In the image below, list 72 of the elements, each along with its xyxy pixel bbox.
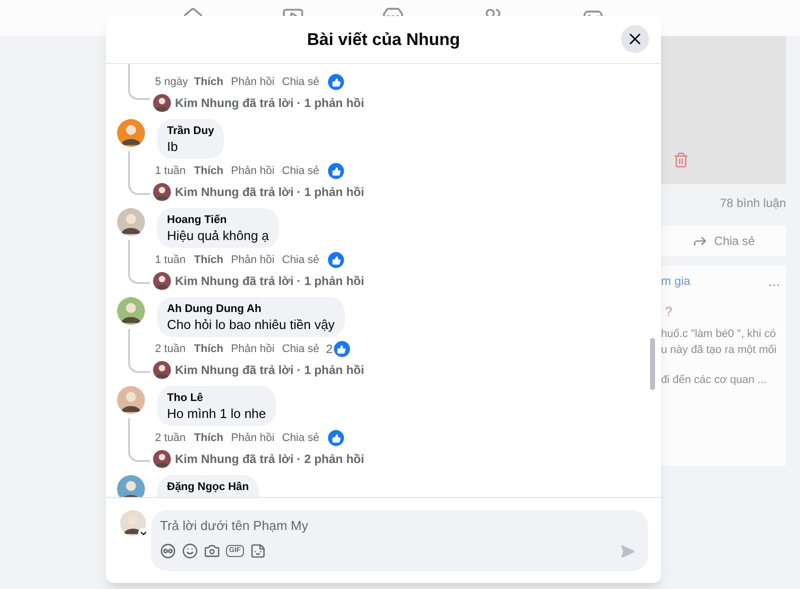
scrollbar[interactable]	[650, 338, 655, 390]
card-text: u này đã tạo ra một mối	[661, 342, 778, 358]
card-text: đi đến các cơ quan ...	[661, 372, 768, 388]
close-button[interactable]	[621, 25, 649, 53]
comment-author[interactable]: Tho Lê	[167, 391, 266, 405]
reply-summary[interactable]: Kim Nhung đã trả lời · 1 phản hồi	[175, 183, 364, 201]
camera-icon[interactable]	[204, 543, 220, 559]
card-text: huố.c "làm bé0 ", khi có	[661, 326, 777, 342]
avatar	[153, 450, 171, 468]
thread-line	[128, 64, 150, 100]
thread-line	[128, 329, 150, 373]
trash-icon	[673, 152, 689, 168]
like-link[interactable]: Thích	[194, 74, 231, 90]
share-link[interactable]: Chia sẻ	[282, 340, 328, 358]
comment-time: 1 tuần	[155, 252, 187, 268]
more-button[interactable]: ...	[768, 273, 780, 289]
comment-time: 2 tuần	[155, 430, 187, 446]
reply-summary[interactable]: Kim Nhung đã trả lời · 1 phản hồi	[175, 94, 364, 112]
like-link[interactable]: Thích	[194, 252, 231, 268]
like-icon	[328, 163, 344, 179]
emoji-icon[interactable]	[182, 543, 198, 559]
reply-link[interactable]: Phản hồi	[231, 252, 282, 268]
share-button[interactable]: Chia sẻ	[661, 226, 786, 256]
comment-text: Ho mình 1 lo nhe	[167, 405, 266, 422]
reply-summary[interactable]: Kim Nhung đã trả lời · 2 phản hồi	[175, 450, 364, 468]
thread-line	[128, 151, 150, 195]
like-icon	[334, 341, 350, 357]
avatar	[117, 119, 145, 147]
like-link[interactable]: Thích	[194, 340, 231, 358]
share-link[interactable]: Chia sẻ	[282, 162, 328, 180]
thread-line	[128, 418, 150, 462]
share-link[interactable]: Chia sẻ	[282, 430, 328, 446]
avatar	[153, 94, 171, 112]
avatar	[153, 183, 171, 201]
avatar	[117, 297, 145, 325]
avatar	[117, 386, 145, 414]
comment-time: 1 tuần	[155, 164, 187, 179]
like-link[interactable]: Thích	[194, 162, 231, 180]
comment-text: Hiệu quả không ạ	[167, 227, 269, 244]
reply-link[interactable]: Phản hồi	[231, 430, 282, 446]
like-icon	[328, 430, 344, 446]
avatar	[117, 208, 145, 236]
comment-text: Ib	[167, 138, 179, 155]
like-link[interactable]: Thích	[194, 430, 231, 446]
comment-author[interactable]: Trần Duy	[167, 124, 214, 138]
card-mark: ?	[664, 303, 674, 321]
comment-time: 2 tuần	[155, 342, 187, 357]
thread-line	[128, 240, 150, 284]
avatar	[120, 510, 146, 536]
sticker-icon[interactable]	[250, 543, 266, 559]
dialog-title: Bài viết của Nhung	[306, 28, 460, 51]
share-link[interactable]: Chia sẻ	[282, 74, 328, 90]
avatar	[153, 361, 171, 379]
like-icon	[328, 74, 344, 90]
comment-author[interactable]: Ah Dung Dung Ah	[167, 302, 335, 316]
reply-link[interactable]: Phản hồi	[231, 340, 282, 358]
like-icon	[328, 252, 344, 268]
reply-summary[interactable]: Kim Nhung đã trả lời · 1 phản hồi	[175, 272, 364, 290]
reply-link[interactable]: Phản hồi	[231, 162, 282, 180]
comment-count: 78 bình luận	[718, 195, 786, 212]
comment-author[interactable]: Hoang Tiến	[167, 213, 269, 227]
comment-time: 5 ngày	[155, 74, 190, 90]
reply-link[interactable]: Phản hồi	[231, 74, 282, 90]
avatar	[117, 475, 145, 497]
like-count: 2	[326, 341, 333, 358]
card-heading[interactable]: m gia	[661, 272, 690, 290]
comment-text: Cho hỏi lo bao nhiêu tiền vậy	[167, 316, 335, 333]
share-link[interactable]: Chia sẻ	[282, 252, 328, 268]
reply-summary[interactable]: Kim Nhung đã trả lời · 1 phản hồi	[175, 361, 364, 379]
avatar-sticker-icon[interactable]	[160, 543, 176, 559]
comment-author[interactable]: Đặng Ngọc Hân	[167, 480, 249, 494]
avatar	[153, 272, 171, 290]
